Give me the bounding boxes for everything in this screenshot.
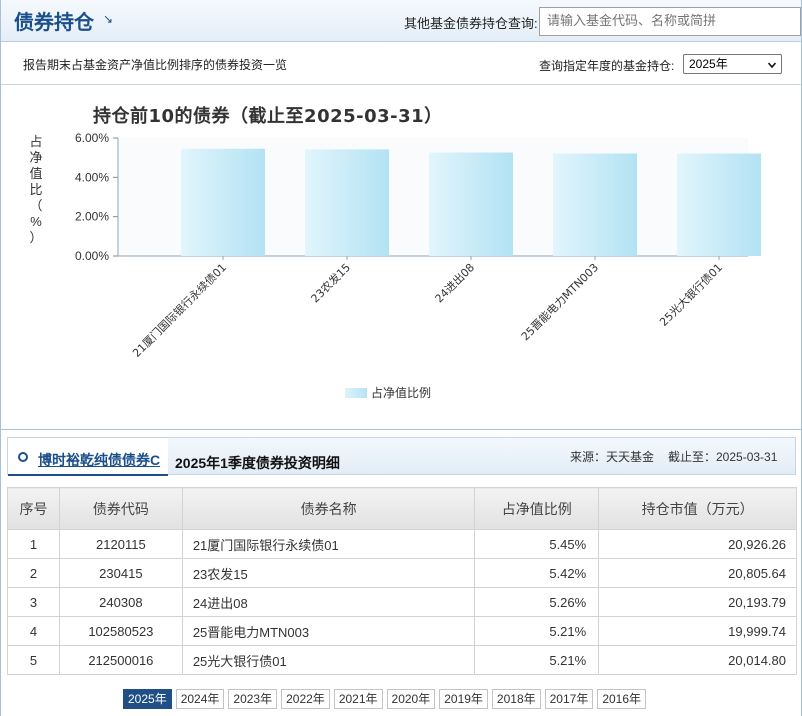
period-title: 2025年1季度债券投资明细	[175, 455, 340, 471]
cell-ratio: 5.45%	[474, 529, 600, 559]
fund-search-input[interactable]	[539, 7, 801, 36]
as-of-date: 截止至：2025-03-31	[668, 450, 778, 464]
y-tick-label: 6.00%	[75, 131, 109, 145]
cell-index: 4	[7, 616, 60, 646]
table-row: 2 230415 23农发15 5.42% 20,805.64	[7, 558, 797, 588]
year-tab-2024[interactable]: 2024年	[175, 689, 225, 709]
col-header-market-value: 持仓市值（万元）	[598, 487, 797, 530]
holdings-table: 序号 债券代码 债券名称 占净值比例 持仓市值（万元） 1 2120115 21…	[7, 487, 797, 675]
cell-code: 212500016	[58, 645, 183, 675]
col-header-ratio: 占净值比例	[474, 487, 600, 530]
cell-code: 240308	[58, 587, 183, 617]
chart-bar	[305, 149, 389, 256]
table-row: 1 2120115 21厦门国际银行永续债01 5.45% 20,926.26	[7, 529, 797, 559]
table-row: 4 102580523 25晋能电力MTN003 5.21% 19,999.74	[7, 616, 797, 646]
year-select[interactable]: 2025年	[683, 54, 782, 74]
chevron-down-icon	[768, 62, 776, 69]
detail-panel-header: 博时裕乾纯债债券C 2025年1季度债券投资明细 来源：天天基金 截止至：202…	[7, 437, 796, 476]
cell-index: 2	[7, 558, 60, 588]
holdings-description: 报告期末占基金资产净值比例排序的债券投资一览	[23, 58, 288, 72]
chart-bar	[429, 152, 513, 256]
year-select-label: 查询指定年度的基金持仓:	[539, 59, 675, 73]
y-tick-label: 4.00%	[75, 170, 109, 184]
cell-ratio: 5.42%	[474, 558, 600, 588]
circle-icon	[18, 452, 28, 462]
x-tick-label: 24进出08	[432, 260, 477, 305]
y-tick-label: 0.00%	[75, 249, 109, 263]
col-header-code: 债券代码	[58, 487, 183, 530]
cell-name: 25晋能电力MTN003	[181, 616, 476, 646]
legend-label: 占净值比例	[371, 386, 432, 400]
x-tick-label: 23农发15	[308, 260, 353, 305]
cell-code: 102580523	[58, 616, 183, 646]
cell-market-value: 20,014.80	[598, 645, 797, 675]
col-header-name: 债券名称	[181, 487, 476, 530]
x-tick-label: 25光大银行债01	[657, 260, 726, 329]
year-tab-2018[interactable]: 2018年	[491, 689, 541, 709]
cell-name: 25光大银行债01	[181, 645, 476, 675]
cell-name: 21厦门国际银行永续债01	[181, 529, 476, 559]
bond-holdings-widget: 债券持仓 ↘ 其他基金债券持仓查询: 报告期末占基金资产净值比例排序的债券投资一…	[0, 0, 802, 716]
year-tab-2021[interactable]: 2021年	[333, 689, 383, 709]
cell-market-value: 20,805.64	[598, 558, 797, 588]
cell-code: 2120115	[58, 529, 183, 559]
cell-index: 5	[7, 645, 60, 675]
year-tab-2016[interactable]: 2016年	[597, 689, 647, 709]
chart-area: 持仓前10的债券（截止至2025-03-31） 占净值比（%） 0.00% 2.0…	[1, 86, 801, 430]
cell-index: 1	[7, 529, 60, 559]
chart-bar	[553, 153, 637, 256]
table-row: 3 240308 24进出08 5.26% 20,193.79	[7, 587, 797, 617]
x-tick-label: 21厦门国际银行永续债01	[129, 260, 229, 360]
year-tab-2019[interactable]: 2019年	[439, 689, 488, 709]
page-title: 债券持仓	[14, 10, 94, 34]
y-tick-label: 2.00%	[75, 210, 109, 224]
year-tab-2017[interactable]: 2017年	[544, 689, 594, 709]
expand-arrow-icon[interactable]: ↘	[103, 12, 113, 26]
table-row: 5 212500016 25光大银行债01 5.21% 20,014.80	[7, 645, 797, 675]
header-bar: 债券持仓 ↘ 其他基金债券持仓查询:	[1, 0, 801, 42]
cell-market-value: 20,926.26	[598, 529, 797, 559]
data-source: 来源：天天基金	[570, 450, 655, 464]
cell-code: 230415	[58, 558, 183, 588]
year-tab-2025[interactable]: 2025年	[123, 689, 172, 709]
x-tick-label: 25晋能电力MTN003	[518, 260, 601, 343]
year-tabs: 2025年 2024年 2023年 2022年 2021年 2020年 2019年 2018年…	[123, 689, 647, 709]
chart-bar	[181, 148, 265, 256]
cell-market-value: 19,999.74	[598, 616, 797, 646]
legend-swatch	[345, 388, 367, 398]
year-tab-2022[interactable]: 2022年	[281, 689, 330, 709]
cell-ratio: 5.21%	[474, 616, 600, 646]
table-header-row: 序号 债券代码 债券名称 占净值比例 持仓市值（万元）	[7, 487, 797, 530]
year-tab-2020[interactable]: 2020年	[386, 689, 436, 709]
fund-name-link[interactable]: 博时裕乾纯债债券C	[38, 450, 160, 470]
cell-ratio: 5.26%	[474, 587, 600, 617]
bar-chart: 0.00% 2.00% 4.00% 6.00% 21厦门国际银行永续债01 23农发15 2…	[75, 131, 761, 360]
col-header-index: 序号	[7, 487, 60, 530]
cell-name: 23农发15	[181, 558, 476, 588]
search-label: 其他基金债券持仓查询:	[404, 16, 538, 31]
cell-market-value: 20,193.79	[598, 587, 797, 617]
cell-index: 3	[7, 587, 60, 617]
cell-ratio: 5.21%	[474, 645, 600, 675]
sub-bar: 报告期末占基金资产净值比例排序的债券投资一览 查询指定年度的基金持仓: 2025…	[1, 43, 801, 85]
year-select-value: 2025年	[689, 57, 728, 71]
cell-name: 24进出08	[181, 587, 476, 617]
chart-legend[interactable]: 占净值比例	[345, 384, 431, 401]
year-tab-2023[interactable]: 2023年	[228, 689, 278, 709]
chart-bar	[677, 153, 761, 256]
